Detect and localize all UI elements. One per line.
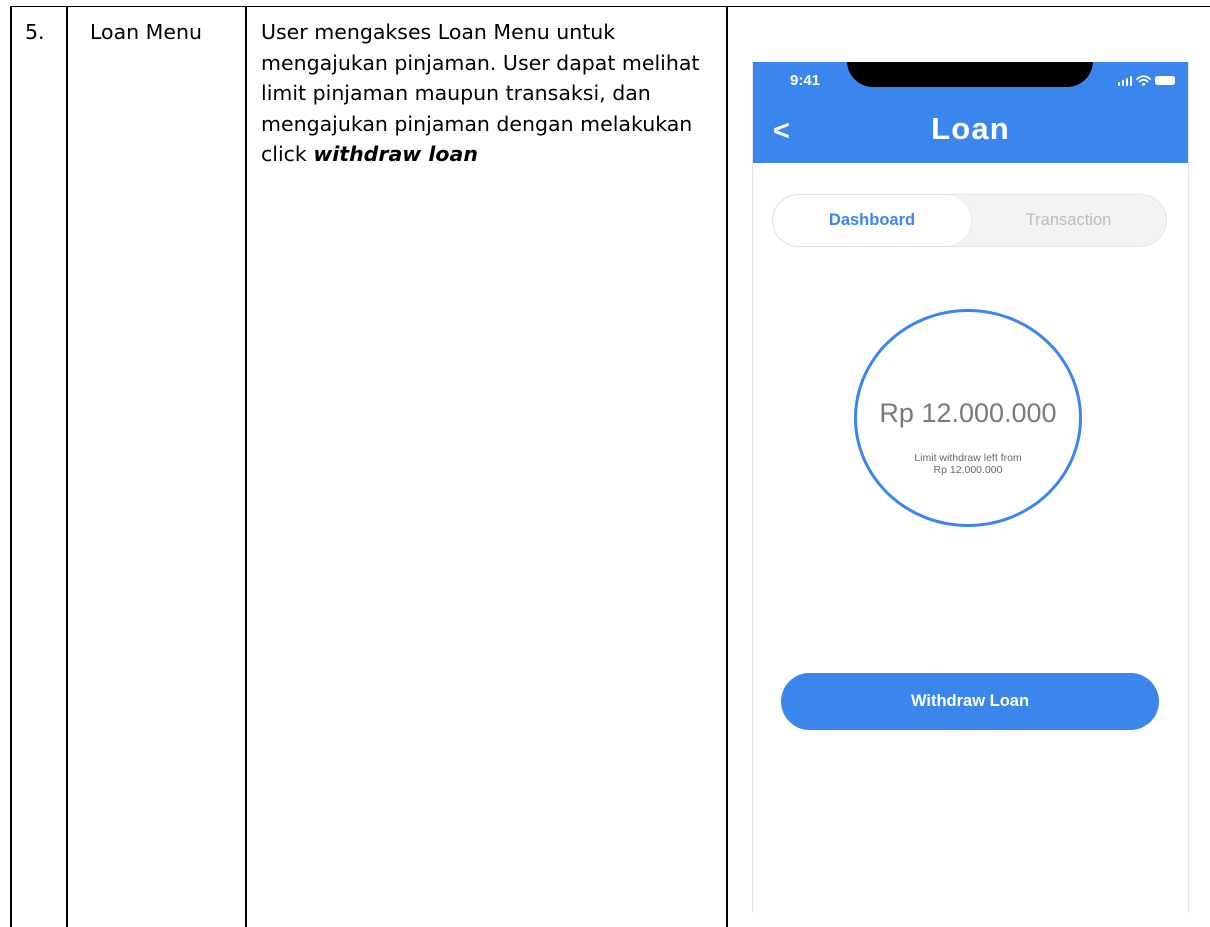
tab-dashboard[interactable]: Dashboard bbox=[773, 195, 971, 246]
wifi-icon bbox=[1136, 75, 1151, 86]
table-divider-2 bbox=[245, 7, 247, 927]
tab-transaction[interactable]: Transaction bbox=[971, 195, 1166, 246]
withdraw-loan-button[interactable]: Withdraw Loan bbox=[781, 673, 1159, 730]
row-number: 5. bbox=[25, 20, 45, 44]
limit-caption: Limit withdraw left from Rp 12.000.000 bbox=[857, 452, 1079, 476]
phone-mockup: 9:41 < Loan Dashboard Transaction Rp 12.… bbox=[752, 62, 1189, 913]
description-emphasis: withdraw loan bbox=[313, 142, 478, 166]
battery-icon bbox=[1155, 76, 1175, 85]
tab-switcher: Dashboard Transaction bbox=[772, 194, 1167, 247]
signal-icon bbox=[1117, 75, 1132, 86]
limit-amount: Rp 12.000.000 bbox=[879, 398, 1057, 428]
feature-description: User mengakses Loan Menu untuk mengajuka… bbox=[261, 17, 711, 170]
table-divider-3 bbox=[726, 7, 728, 927]
feature-name: Loan Menu bbox=[90, 20, 202, 44]
status-time: 9:41 bbox=[790, 72, 821, 89]
limit-caption-line1: Limit withdraw left from bbox=[914, 452, 1022, 464]
table-border-left bbox=[10, 7, 12, 927]
limit-caption-line2: Rp 12.000.000 bbox=[933, 463, 1003, 476]
phone-notch bbox=[847, 62, 1093, 87]
app-header: 9:41 < Loan bbox=[753, 62, 1188, 163]
status-icons bbox=[1117, 75, 1175, 86]
page-title: Loan bbox=[931, 111, 1010, 146]
table-divider-1 bbox=[66, 7, 68, 927]
limit-circle: Rp 12.000.000 Limit withdraw left from R… bbox=[854, 309, 1082, 527]
